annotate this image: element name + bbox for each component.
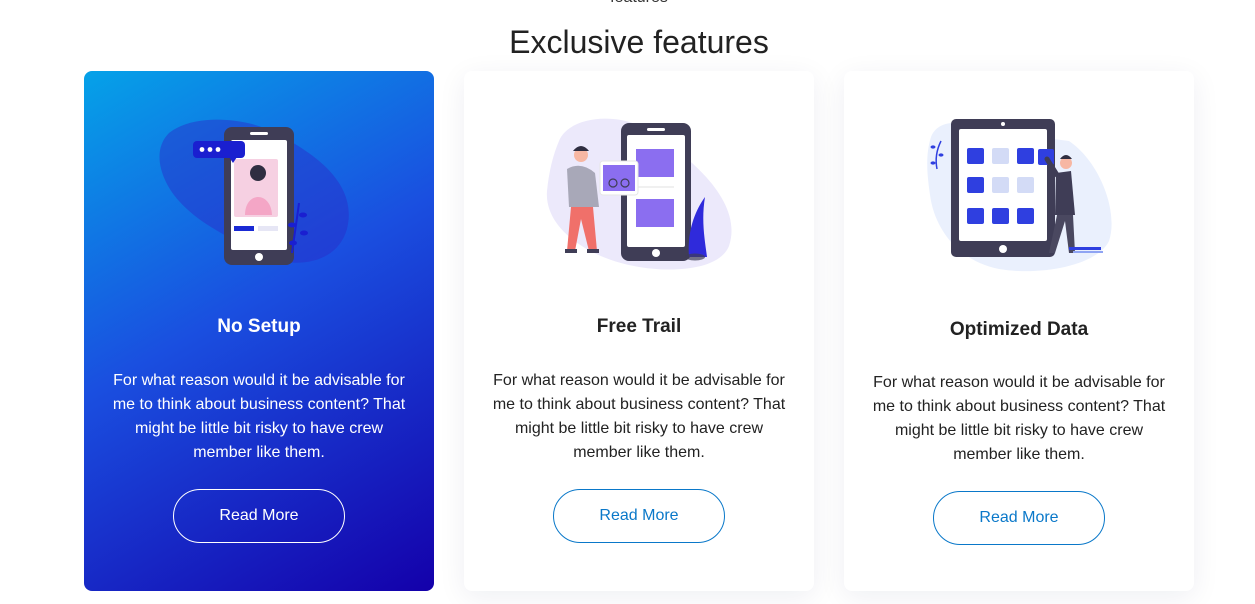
section-title: Exclusive features bbox=[509, 24, 769, 60]
feature-card-optimized-data: Optimized Data For what reason would it … bbox=[844, 71, 1194, 591]
card-description: For what reason would it be advisable fo… bbox=[112, 372, 406, 461]
tablet-grid-illustration bbox=[927, 119, 1112, 272]
feature-card-no-setup: No Setup For what reason would it be adv… bbox=[84, 71, 434, 591]
card-title: No Setup bbox=[217, 316, 301, 337]
card-description: For what reason would it be advisable fo… bbox=[872, 374, 1166, 463]
card-title: Free Trail bbox=[596, 316, 682, 337]
feature-card-free-trail: Free Trail For what reason would it be a… bbox=[464, 71, 814, 591]
read-more-button[interactable]: Read More bbox=[933, 491, 1105, 545]
read-more-button[interactable]: Read More bbox=[173, 489, 345, 543]
read-more-button[interactable]: Read More bbox=[553, 489, 725, 543]
phone-media-illustration bbox=[546, 118, 732, 270]
card-description: For what reason would it be advisable fo… bbox=[492, 372, 786, 461]
phone-chat-illustration bbox=[159, 119, 349, 265]
card-title: Optimized Data bbox=[949, 319, 1089, 340]
section-eyebrow: features bbox=[0, 0, 1255, 7]
